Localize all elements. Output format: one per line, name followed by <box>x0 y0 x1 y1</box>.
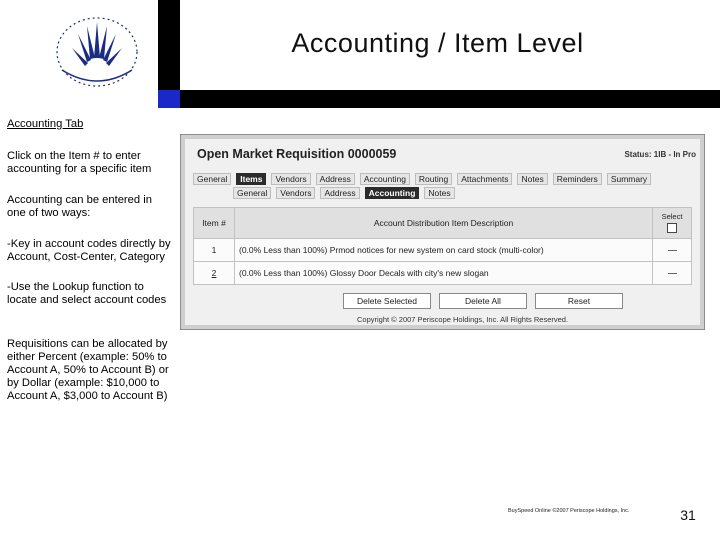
item-description: (0.0% Less than 100%) Prmod notices for … <box>234 238 653 262</box>
main-tab-bar: General Items Vendors Address Accounting… <box>193 173 652 185</box>
tab-routing[interactable]: Routing <box>414 173 453 185</box>
select-header-label: Select <box>661 211 683 221</box>
requisition-title: Open Market Requisition 0000059 <box>197 147 397 161</box>
tab-summary[interactable]: Summary <box>606 173 652 185</box>
row-select[interactable] <box>652 261 692 285</box>
tab-address[interactable]: Address <box>315 173 355 185</box>
table-row: 1 (0.0% Less than 100%) Prmod notices fo… <box>193 238 692 262</box>
slide-footer: BuySpeed Online ©2007 Periscope Holdings… <box>508 508 630 514</box>
delete-selected-button[interactable]: Delete Selected <box>343 293 431 309</box>
sub-tab-bar: General Vendors Address Accounting Notes <box>233 187 455 199</box>
select-all-checkbox[interactable] <box>667 222 677 233</box>
row-select-checkbox[interactable] <box>667 250 677 252</box>
instruction-allocation: Requisitions can be allocated by either … <box>7 338 169 402</box>
subtab-notes[interactable]: Notes <box>424 187 455 199</box>
row-select[interactable] <box>652 238 692 262</box>
header-vertical-bar <box>158 0 180 92</box>
tab-items[interactable]: Items <box>236 173 267 185</box>
tab-general[interactable]: General <box>193 173 232 185</box>
tab-reminders[interactable]: Reminders <box>552 173 602 185</box>
subtab-accounting[interactable]: Accounting <box>364 187 420 199</box>
item-number[interactable]: 1 <box>193 238 235 262</box>
subtab-general[interactable]: General <box>233 187 272 199</box>
header-horizontal-bar <box>180 90 720 108</box>
instruction-item-number: Click on the Item # to enter accounting … <box>7 150 152 175</box>
requisition-status: Status: 1IB - In Pro <box>624 150 696 159</box>
tab-notes[interactable]: Notes <box>517 173 548 185</box>
subtab-address[interactable]: Address <box>320 187 360 199</box>
subtab-vendors[interactable]: Vendors <box>276 187 316 199</box>
description-header: Account Distribution Item Description <box>234 207 653 239</box>
row-select-checkbox[interactable] <box>667 273 677 275</box>
instruction-lookup: -Use the Lookup function to locate and s… <box>7 281 167 306</box>
delete-all-button[interactable]: Delete All <box>439 293 527 309</box>
airport-authority-logo <box>56 17 138 87</box>
requisition-panel: Open Market Requisition 0000059 Status: … <box>185 139 700 325</box>
copyright-text: Copyright © 2007 Periscope Holdings, Inc… <box>357 315 569 324</box>
requisition-screenshot: Open Market Requisition 0000059 Status: … <box>180 134 705 330</box>
item-description: (0.0% Less than 100%) Glossy Door Decals… <box>234 261 653 285</box>
table-header-row: Item # Account Distribution Item Descrip… <box>193 207 692 239</box>
reset-button[interactable]: Reset <box>535 293 623 309</box>
item-number-link[interactable]: 2 <box>193 261 235 285</box>
item-number-header: Item # <box>193 207 235 239</box>
slide-title: Accounting / Item Level <box>291 28 584 58</box>
tab-vendors[interactable]: Vendors <box>271 173 311 185</box>
accounting-tab-heading: Accounting Tab <box>7 118 84 130</box>
tab-accounting[interactable]: Accounting <box>359 173 410 185</box>
instruction-key-in: -Key in account codes directly by Accoun… <box>7 238 171 263</box>
tab-attachments[interactable]: Attachments <box>457 173 513 185</box>
items-table: Item # Account Distribution Item Descrip… <box>193 207 692 285</box>
page-number: 31 <box>680 507 696 523</box>
table-row: 2 (0.0% Less than 100%) Glossy Door Deca… <box>193 261 692 285</box>
instruction-two-ways: Accounting can be entered in one of two … <box>7 194 152 219</box>
accent-square <box>158 90 180 108</box>
select-header: Select <box>652 207 692 239</box>
action-buttons: Delete Selected Delete All Reset <box>343 293 623 309</box>
